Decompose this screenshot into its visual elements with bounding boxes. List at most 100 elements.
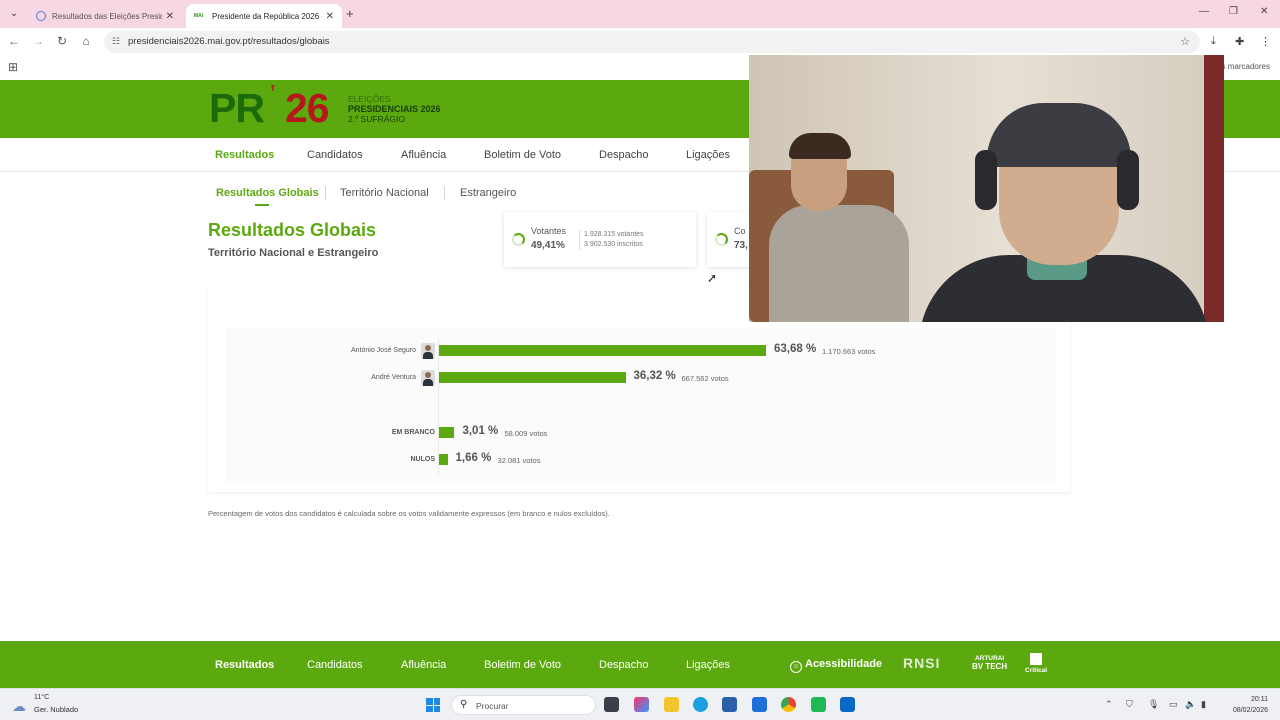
partner-logo-rnsi[interactable]: RNSI: [903, 655, 940, 671]
tray-battery-icon[interactable]: ▮: [1201, 699, 1206, 710]
nav-resultados[interactable]: Resultados: [215, 149, 274, 161]
bar-category-label: EM BRANCO: [391, 429, 435, 436]
accessibility-link[interactable]: ☺ Acessibilidade: [790, 658, 882, 673]
app-green-icon[interactable]: [811, 697, 826, 712]
close-window-icon[interactable]: ✕: [1260, 6, 1268, 17]
url-field[interactable]: ☷ presidenciais2026.mai.gov.pt/resultado…: [104, 31, 1200, 53]
store-icon[interactable]: [722, 697, 737, 712]
windows-taskbar: ☁ 11°C Ger. Nublado ⚲ Procurar ⌃ ⛉ 🎙 ▭ 🔈…: [0, 688, 1280, 720]
clock-time: 20:11: [1251, 696, 1268, 703]
tray-network-icon[interactable]: ▭: [1169, 699, 1178, 710]
browser-tab-strip: ⌄ Resultados das Eleições Preside ✕ MAI …: [0, 0, 1280, 28]
logo-pr[interactable]: PR: [209, 86, 265, 130]
task-view-icon[interactable]: [604, 697, 619, 712]
all-bookmarks-link[interactable]: s marcadores: [1222, 62, 1270, 71]
bar-votes-label: 1.170.663 votos: [822, 347, 876, 356]
logo-line-sufragio: 2.º SUFRÁGIO: [348, 114, 405, 124]
loading-favicon-icon: [36, 11, 46, 21]
stat-detail: 1.928.315 votantes 3.902.530 inscritos: [579, 230, 644, 250]
taskbar-search-box[interactable]: ⚲ Procurar: [451, 695, 596, 715]
logo-26[interactable]: 26: [285, 86, 330, 130]
address-bar: ← → ↻ ⌂ ☷ presidenciais2026.mai.gov.pt/r…: [0, 28, 1280, 56]
mouse-pointer-icon: ➚: [707, 271, 718, 285]
taskbar-search-placeholder: Procurar: [476, 701, 509, 711]
subnav-territorio-nacional[interactable]: Território Nacional: [340, 187, 429, 199]
progress-ring-icon: [715, 233, 728, 246]
partner-critical-label: Critical: [1025, 667, 1048, 674]
nav-despacho[interactable]: Despacho: [599, 149, 649, 161]
progress-ring-icon: [512, 233, 525, 246]
cloud-weather-icon[interactable]: ☁: [12, 698, 26, 715]
chrome-icon[interactable]: [781, 697, 796, 712]
nav-ligacoes[interactable]: Ligações: [686, 149, 730, 161]
url-text: presidenciais2026.mai.gov.pt/resultados/…: [128, 36, 330, 47]
outlook-icon[interactable]: [752, 697, 767, 712]
footer-nav-ligacoes[interactable]: Ligações: [686, 659, 730, 671]
accessibility-icon: ☺: [790, 661, 802, 673]
webcam-person-left-hair: [789, 133, 851, 159]
footer-nav-afluencia[interactable]: Afluência: [401, 659, 446, 671]
extensions-icon[interactable]: ✚: [1235, 35, 1244, 48]
subnav-resultados-globais[interactable]: Resultados Globais: [216, 187, 319, 199]
edge-browser-icon[interactable]: [693, 697, 708, 712]
home-icon[interactable]: ⌂: [78, 34, 94, 48]
tray-microphone-icon[interactable]: 🎙: [1148, 699, 1159, 710]
bookmark-star-icon[interactable]: ☆: [1180, 35, 1190, 48]
tab-search-icon[interactable]: ⌄: [6, 6, 22, 22]
clock-date: 08/02/2026: [1232, 707, 1268, 714]
weather-temperature[interactable]: 11°C: [34, 694, 49, 701]
logo-line-eleicoes: ELEIÇÕES: [348, 94, 391, 104]
stat-detail-inscritos: 3.902.530 inscritos: [584, 241, 643, 248]
photos-icon[interactable]: [840, 697, 855, 712]
subnav-active-underline: [255, 204, 269, 206]
back-arrow-icon[interactable]: ←: [6, 34, 22, 48]
footer-nav-resultados[interactable]: Resultados: [215, 659, 274, 671]
apps-grid-icon[interactable]: ⊞: [8, 60, 18, 74]
windows-start-icon[interactable]: [426, 698, 440, 712]
logo-text: ELEIÇÕES PRESIDENCIAIS 2026 2.º SUFRÁGIO: [348, 94, 441, 124]
partner-logo-critical[interactable]: Critical: [1025, 653, 1047, 674]
menu-kebab-icon[interactable]: ⋮: [1260, 35, 1271, 48]
partner-logo-arturai[interactable]: ARTURAI BV TECH: [972, 655, 1007, 671]
weather-description[interactable]: Ger. Nublado: [34, 705, 78, 714]
minimize-icon[interactable]: —: [1199, 6, 1209, 17]
bar-votes-label: 32.081 votos: [497, 456, 541, 465]
result-bar: [439, 454, 448, 465]
tray-chevron-up-icon[interactable]: ⌃: [1105, 699, 1113, 710]
site-favicon-icon: MAI: [194, 13, 204, 19]
reload-icon[interactable]: ↻: [54, 34, 70, 48]
file-explorer-icon[interactable]: [664, 697, 679, 712]
logo-line-presidenciais: PRESIDENCIAIS 2026: [348, 104, 441, 114]
taskbar-clock[interactable]: 20:11 08/02/2026: [1233, 694, 1268, 716]
restore-icon[interactable]: ❐: [1229, 6, 1238, 17]
bar-percentage-label: 1,66 %: [455, 452, 492, 464]
tray-security-icon[interactable]: ⛉: [1126, 699, 1133, 710]
footer-nav-candidatos[interactable]: Candidatos: [307, 659, 363, 671]
stat-detail-votantes: 1.928.315 votantes: [584, 231, 644, 238]
result-bar: [439, 372, 626, 383]
forward-arrow-icon[interactable]: →: [30, 34, 46, 48]
close-tab-icon[interactable]: ✕: [166, 11, 174, 22]
nav-boletim-de-voto[interactable]: Boletim de Voto: [484, 149, 561, 161]
footer-nav-despacho[interactable]: Despacho: [599, 659, 649, 671]
site-info-icon[interactable]: ☷: [112, 36, 120, 47]
browser-tab[interactable]: Resultados das Eleições Preside ✕: [28, 4, 182, 28]
stat-card-votantes: Votantes 49,41% 1.928.315 votantes 3.902…: [504, 212, 696, 267]
result-bar: [439, 427, 455, 438]
bar-votes-label: 58.009 votos: [504, 429, 548, 438]
nav-candidatos[interactable]: Candidatos: [307, 149, 363, 161]
browser-tab-active[interactable]: MAI Presidente da República 2026 - ✕: [186, 4, 342, 28]
nav-afluencia[interactable]: Afluência: [401, 149, 446, 161]
close-tab-icon[interactable]: ✕: [326, 11, 334, 22]
subnav-divider: [444, 186, 445, 200]
download-icon[interactable]: ⤓: [1211, 35, 1216, 48]
new-tab-icon[interactable]: +: [346, 6, 354, 21]
subnav-estrangeiro[interactable]: Estrangeiro: [460, 187, 516, 199]
stat-label: Co: [734, 226, 746, 236]
stat-value: 49,41%: [531, 240, 565, 251]
tray-volume-icon[interactable]: 🔈: [1185, 699, 1196, 710]
copilot-icon[interactable]: [634, 697, 649, 712]
accessibility-label: Acessibilidade: [805, 658, 883, 670]
candidate-avatar: [421, 343, 435, 359]
footer-nav-boletim-de-voto[interactable]: Boletim de Voto: [484, 659, 561, 671]
